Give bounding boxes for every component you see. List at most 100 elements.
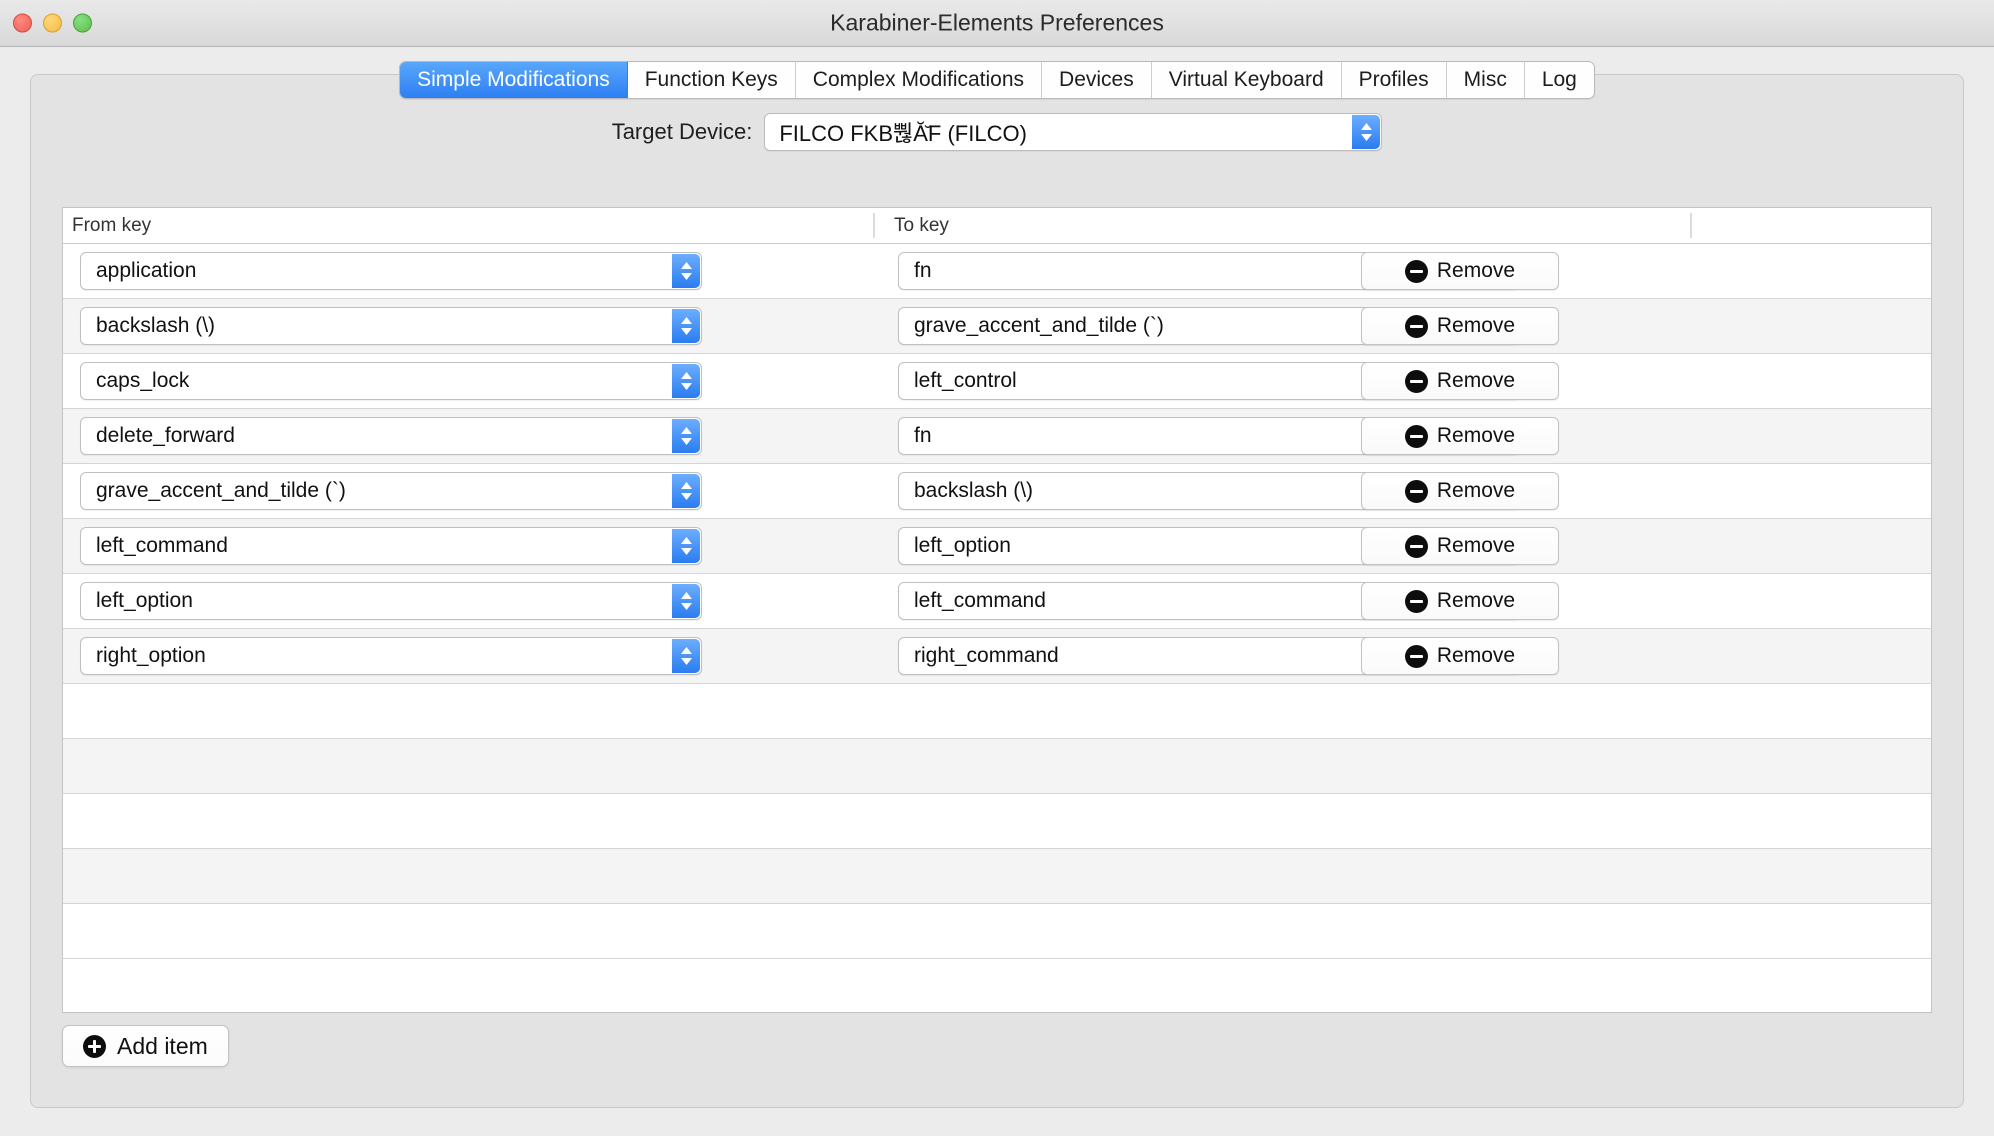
table-row: caps_lock left_control Remove xyxy=(63,354,1931,409)
from-key-stepper-icon[interactable] xyxy=(672,254,700,288)
tab-label: Devices xyxy=(1059,68,1134,91)
minus-circle-icon xyxy=(1404,314,1428,338)
column-header-to-key: To key xyxy=(894,214,949,236)
remove-button[interactable]: Remove xyxy=(1361,362,1559,400)
column-header-from-key: From key xyxy=(72,214,152,236)
from-key-value: backslash (\) xyxy=(96,314,216,337)
minus-circle-icon xyxy=(1404,369,1428,393)
from-key-stepper-icon[interactable] xyxy=(672,364,700,398)
tab-label: Function Keys xyxy=(644,68,778,91)
table-row-empty xyxy=(63,849,1931,904)
remove-button[interactable]: Remove xyxy=(1361,637,1559,675)
table-header: From key To key xyxy=(63,208,1931,244)
from-key-stepper-icon[interactable] xyxy=(672,529,700,563)
remove-button-label: Remove xyxy=(1436,259,1516,282)
from-key-value: application xyxy=(96,259,197,282)
target-device-value: FILCO FKB뿮Ӑ̆F (FILCO) xyxy=(779,121,1027,146)
target-device-stepper-icon[interactable] xyxy=(1352,115,1381,149)
table-row-empty xyxy=(63,739,1931,794)
from-key-select[interactable]: left_command xyxy=(80,527,702,565)
from-key-value: left_option xyxy=(96,589,193,612)
from-key-stepper-icon[interactable] xyxy=(672,309,700,343)
minus-circle-icon xyxy=(1404,259,1428,283)
table-row: backslash (\) grave_accent_and_tilde (`) R… xyxy=(63,299,1931,354)
from-key-select[interactable]: backslash (\) xyxy=(80,307,702,345)
remove-button[interactable]: Remove xyxy=(1361,527,1559,565)
target-device-label: Target Device: xyxy=(611,119,753,144)
tab-label: Complex Modifications xyxy=(812,68,1025,91)
tab-group: Simple Modifications Function Keys Complex… xyxy=(399,61,1595,99)
tab-label: Log xyxy=(1541,68,1577,91)
main-panel: Target Device: FILCO FKB뿮Ӑ̆F (FILCO) Fro… xyxy=(30,74,1964,1108)
from-key-stepper-icon[interactable] xyxy=(672,474,700,508)
table-row: left_command left_option Remove xyxy=(63,519,1931,574)
window-title-bar: Karabiner-Elements Preferences xyxy=(0,0,1994,47)
minus-circle-icon xyxy=(1404,424,1428,448)
from-key-stepper-icon[interactable] xyxy=(672,639,700,673)
table-body: application fn Remove backslash (\) grave_ac… xyxy=(63,244,1931,959)
from-key-value: caps_lock xyxy=(96,369,190,392)
to-key-value: fn xyxy=(914,424,932,447)
tab-complex-modifications[interactable]: Complex Modifications xyxy=(795,62,1043,98)
plus-circle-icon xyxy=(83,1034,106,1058)
window-title: Karabiner-Elements Preferences xyxy=(830,9,1164,36)
table-row: application fn Remove xyxy=(63,244,1931,299)
to-key-value: fn xyxy=(914,259,932,282)
remove-button[interactable]: Remove xyxy=(1361,252,1559,290)
table-row-empty xyxy=(63,684,1931,739)
from-key-select[interactable]: application xyxy=(80,252,702,290)
to-key-value: left_control xyxy=(914,369,1017,392)
simple-modifications-table: From key To key application fn Remove backs… xyxy=(62,207,1932,1013)
tab-log[interactable]: Log xyxy=(1524,62,1594,98)
tab-simple-modifications[interactable]: Simple Modifications xyxy=(400,62,628,98)
from-key-select[interactable]: left_option xyxy=(80,582,702,620)
from-key-select[interactable]: delete_forward xyxy=(80,417,702,455)
minus-circle-icon xyxy=(1404,644,1428,668)
tab-devices[interactable]: Devices xyxy=(1042,62,1152,98)
minus-circle-icon xyxy=(1404,534,1428,558)
remove-button-label: Remove xyxy=(1436,644,1516,667)
minus-circle-icon xyxy=(1404,589,1428,613)
remove-button-label: Remove xyxy=(1436,479,1516,502)
tab-misc[interactable]: Misc xyxy=(1446,62,1525,98)
remove-button-label: Remove xyxy=(1436,424,1516,447)
remove-button-label: Remove xyxy=(1436,314,1516,337)
from-key-value: delete_forward xyxy=(96,424,235,447)
tab-label: Simple Modifications xyxy=(417,68,610,91)
tab-label: Misc xyxy=(1463,68,1507,91)
target-device-select[interactable]: FILCO FKB뿮Ӑ̆F (FILCO) xyxy=(764,113,1383,151)
from-key-value: left_command xyxy=(96,534,228,557)
from-key-value: right_option xyxy=(96,644,206,667)
remove-button-label: Remove xyxy=(1436,369,1516,392)
to-key-value: left_command xyxy=(914,589,1046,612)
column-divider-2 xyxy=(1690,213,1692,238)
minus-circle-icon xyxy=(1404,479,1428,503)
from-key-select[interactable]: grave_accent_and_tilde (`) xyxy=(80,472,702,510)
from-key-stepper-icon[interactable] xyxy=(672,419,700,453)
add-item-label: Add item xyxy=(117,1032,208,1059)
target-device-row: Target Device: FILCO FKB뿮Ӑ̆F (FILCO) xyxy=(31,113,1963,151)
remove-button[interactable]: Remove xyxy=(1361,417,1559,455)
tab-virtual-keyboard[interactable]: Virtual Keyboard xyxy=(1151,62,1342,98)
remove-button[interactable]: Remove xyxy=(1361,582,1559,620)
remove-button[interactable]: Remove xyxy=(1361,307,1559,345)
to-key-value: right_command xyxy=(914,644,1059,667)
tab-label: Profiles xyxy=(1358,68,1429,91)
table-row-empty xyxy=(63,904,1931,959)
tab-function-keys[interactable]: Function Keys xyxy=(627,62,796,98)
add-item-button[interactable]: Add item xyxy=(62,1025,229,1067)
from-key-select[interactable]: right_option xyxy=(80,637,702,675)
table-row: grave_accent_and_tilde (`) backslash (\) R… xyxy=(63,464,1931,519)
remove-button-label: Remove xyxy=(1436,589,1516,612)
from-key-stepper-icon[interactable] xyxy=(672,584,700,618)
to-key-value: left_option xyxy=(914,534,1011,557)
table-row-empty xyxy=(63,794,1931,849)
from-key-select[interactable]: caps_lock xyxy=(80,362,702,400)
tab-profiles[interactable]: Profiles xyxy=(1341,62,1447,98)
to-key-value: backslash (\) xyxy=(914,479,1034,502)
from-key-value: grave_accent_and_tilde (`) xyxy=(96,479,346,502)
table-row: right_option right_command Remove xyxy=(63,629,1931,684)
tab-label: Virtual Keyboard xyxy=(1168,68,1324,91)
remove-button[interactable]: Remove xyxy=(1361,472,1559,510)
table-row: left_option left_command Remove xyxy=(63,574,1931,629)
